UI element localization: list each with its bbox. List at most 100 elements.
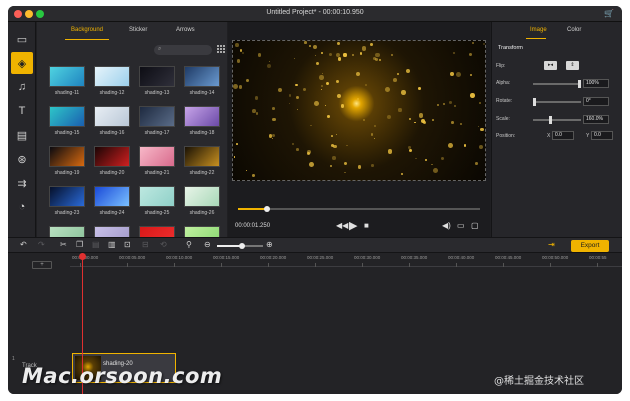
bokeh-particle bbox=[233, 156, 236, 158]
crop-icon[interactable]: ⊡ bbox=[124, 240, 131, 249]
fullscreen-icon[interactable]: ▢ bbox=[471, 221, 479, 230]
ruler-tick-label: 00:00:55 bbox=[589, 255, 607, 260]
ruler-tick bbox=[597, 263, 598, 267]
tab-sticker[interactable]: Sticker bbox=[129, 27, 147, 33]
redo-icon[interactable]: ↷ bbox=[38, 240, 45, 249]
text-icon[interactable]: T bbox=[11, 100, 33, 122]
ruler-tick-label: 00:00:30.000 bbox=[354, 255, 381, 260]
bokeh-particle bbox=[297, 109, 299, 111]
seek-bar[interactable] bbox=[238, 206, 480, 212]
bokeh-particle bbox=[310, 125, 312, 127]
library-thumbnail[interactable] bbox=[94, 146, 130, 167]
thumbnail-label: shading-18 bbox=[189, 130, 215, 136]
rotate-value[interactable]: 0° bbox=[583, 97, 609, 106]
position-label: Position: bbox=[496, 133, 516, 139]
zoom-out-icon[interactable]: ⊖ bbox=[204, 240, 211, 249]
volume-icon[interactable]: ◀) bbox=[442, 221, 451, 230]
screenshot-icon[interactable]: ▭ bbox=[457, 221, 465, 230]
search-icon: ⌕ bbox=[158, 46, 162, 52]
x-value[interactable]: 0.0 bbox=[552, 131, 574, 140]
library-thumbnail[interactable] bbox=[139, 106, 175, 127]
bokeh-particle bbox=[239, 49, 243, 52]
speed-icon[interactable]: ⟲ bbox=[160, 240, 167, 249]
library-thumbnail[interactable] bbox=[49, 66, 85, 87]
alpha-value[interactable]: 100% bbox=[583, 79, 609, 88]
flip-vertical-button[interactable]: ⇕ bbox=[566, 61, 579, 70]
video-preview[interactable] bbox=[232, 40, 486, 181]
tab-image[interactable]: Image bbox=[530, 27, 547, 33]
export-button[interactable]: Export bbox=[571, 240, 609, 252]
library-thumbnail[interactable] bbox=[49, 186, 85, 207]
bokeh-particle bbox=[336, 42, 340, 46]
scale-handle[interactable] bbox=[548, 116, 552, 124]
marker-icon[interactable]: ⚲ bbox=[186, 240, 192, 249]
paste-icon[interactable]: ▤ bbox=[92, 240, 100, 249]
cart-icon[interactable]: 🛒 bbox=[604, 9, 614, 18]
library-thumbnail[interactable] bbox=[184, 186, 220, 207]
layout-icon[interactable]: ▤ bbox=[11, 124, 33, 146]
library-thumbnail[interactable] bbox=[94, 106, 130, 127]
library-thumbnail[interactable] bbox=[49, 106, 85, 127]
library-thumbnail[interactable] bbox=[184, 106, 220, 127]
zoom-slider[interactable] bbox=[217, 243, 263, 249]
bokeh-particle bbox=[251, 174, 255, 177]
flip-horizontal-button[interactable]: ▸◂ bbox=[544, 61, 557, 70]
audio-icon[interactable]: ♫ bbox=[11, 76, 33, 98]
library-thumbnail[interactable] bbox=[94, 186, 130, 207]
ruler-tick-label: 00:00:40.000 bbox=[448, 255, 475, 260]
export-settings-icon[interactable]: ⇥ bbox=[548, 240, 555, 249]
grid-view-icon[interactable] bbox=[217, 45, 225, 53]
add-track-button[interactable]: + bbox=[32, 261, 52, 269]
zoom-in-icon[interactable]: ⊕ bbox=[266, 240, 273, 249]
tab-color[interactable]: Color bbox=[567, 27, 581, 33]
bokeh-particle bbox=[233, 84, 239, 90]
play-icon[interactable]: ▶ bbox=[349, 219, 357, 232]
bokeh-particle bbox=[448, 101, 452, 105]
y-value[interactable]: 0.0 bbox=[591, 131, 613, 140]
ruler-tick-label: 00:00:35.000 bbox=[401, 255, 428, 260]
scale-value[interactable]: 160.0% bbox=[583, 115, 609, 124]
zoom-handle[interactable] bbox=[239, 243, 246, 249]
bokeh-particle bbox=[468, 53, 472, 57]
scale-slider[interactable] bbox=[533, 116, 581, 124]
alpha-handle[interactable] bbox=[578, 80, 581, 88]
cut-icon[interactable]: ✂ bbox=[60, 240, 67, 249]
library-thumbnail[interactable] bbox=[139, 146, 175, 167]
bokeh-particle bbox=[320, 51, 323, 55]
bokeh-particle bbox=[325, 81, 330, 86]
edit-toolbar: ↶ ↷ ✂ ❐ ▤ ▥ ⊡ ⊟ ⟲ ⚲ ⊖ ⊕ ⇥ Export bbox=[8, 237, 622, 253]
library-thumbnail[interactable] bbox=[139, 186, 175, 207]
bokeh-particle bbox=[474, 162, 478, 166]
bokeh-particle bbox=[477, 126, 479, 128]
library-thumbnail[interactable] bbox=[184, 146, 220, 167]
library-thumbnail[interactable] bbox=[184, 66, 220, 87]
transform-heading: Transform bbox=[498, 45, 523, 51]
ruler-tick bbox=[315, 263, 316, 267]
layers-icon[interactable]: ◈ bbox=[11, 52, 33, 74]
transitions-icon[interactable]: ⇉ bbox=[11, 172, 33, 194]
copy-icon[interactable]: ❐ bbox=[76, 240, 83, 249]
elements-icon[interactable]: ◔ bbox=[11, 196, 33, 218]
folder-icon[interactable]: ▭ bbox=[11, 28, 33, 50]
timeline-ruler[interactable]: 00:00:00.00000:00:05.00000:00:10.00000:0… bbox=[70, 253, 622, 267]
seek-handle[interactable] bbox=[264, 206, 271, 212]
tab-background[interactable]: Background bbox=[71, 27, 103, 33]
delete-icon[interactable]: ▥ bbox=[108, 240, 116, 249]
library-thumbnail[interactable] bbox=[94, 66, 130, 87]
rewind-icon[interactable]: ◀◀ bbox=[336, 221, 348, 230]
bokeh-particle bbox=[408, 117, 412, 120]
filters-icon[interactable]: ⊛ bbox=[11, 148, 33, 170]
tab-arrows[interactable]: Arrows bbox=[176, 27, 195, 33]
split-icon[interactable]: ⊟ bbox=[142, 240, 149, 249]
alpha-slider[interactable] bbox=[533, 80, 581, 88]
library-thumbnail[interactable] bbox=[139, 66, 175, 87]
library-thumbnail[interactable] bbox=[49, 146, 85, 167]
bokeh-particle bbox=[373, 137, 376, 139]
rotate-handle[interactable] bbox=[533, 98, 536, 106]
bokeh-particle bbox=[295, 83, 298, 87]
rotate-slider[interactable] bbox=[533, 98, 581, 106]
undo-icon[interactable]: ↶ bbox=[20, 240, 27, 249]
search-input[interactable]: ⌕ bbox=[154, 45, 212, 55]
ruler-tick bbox=[221, 263, 222, 267]
stop-icon[interactable]: ■ bbox=[364, 221, 369, 230]
